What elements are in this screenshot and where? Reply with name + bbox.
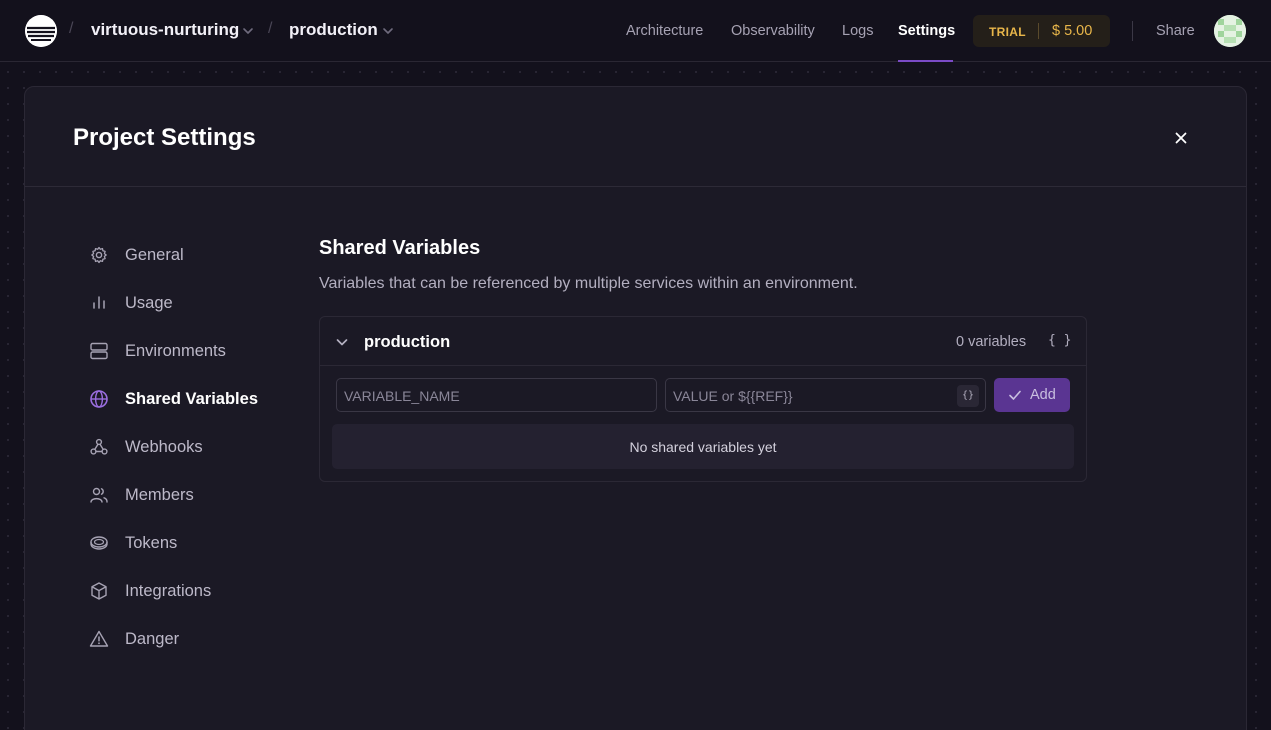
section-title: Shared Variables — [319, 237, 481, 259]
sidebar-item-label: Usage — [125, 294, 173, 312]
environment-variables-panel: production 0 variables { } VARIABLE_NAME… — [319, 316, 1087, 482]
trial-divider — [1038, 23, 1039, 39]
header-divider — [1132, 21, 1133, 41]
bar-chart-icon — [93, 296, 105, 309]
globe-icon — [90, 390, 108, 408]
empty-state-text: No shared variables yet — [629, 439, 777, 455]
environment-chevron-down-icon[interactable] — [381, 24, 395, 38]
nav-observability[interactable]: Observability — [731, 23, 815, 39]
close-icon[interactable] — [1171, 128, 1191, 148]
variable-value-placeholder: VALUE or ${{REF}} — [673, 388, 793, 404]
breadcrumb-separator: / — [268, 20, 273, 37]
sidebar-item-label: Integrations — [125, 582, 212, 600]
variable-count: 0 variables — [956, 334, 1027, 350]
panel-environment-name: production — [364, 333, 451, 351]
variable-name-input[interactable]: VARIABLE_NAME — [336, 378, 657, 412]
environment-name[interactable]: production — [289, 20, 378, 40]
modal-divider — [25, 186, 1246, 187]
trial-amount: $ 5.00 — [1052, 23, 1093, 39]
server-stack-icon — [90, 342, 108, 360]
webhook-icon — [90, 438, 108, 455]
sidebar-item-webhooks[interactable]: Webhooks — [89, 436, 289, 460]
chevron-down-icon[interactable] — [334, 334, 350, 350]
modal-title: Project Settings — [73, 124, 256, 151]
nav-settings[interactable]: Settings — [898, 23, 955, 39]
sidebar-item-danger[interactable]: Danger — [89, 628, 289, 652]
sidebar-item-label: Webhooks — [125, 438, 203, 456]
variable-value-input[interactable]: VALUE or ${{REF}} {} — [665, 378, 986, 412]
project-name[interactable]: virtuous-nurturing — [91, 20, 239, 40]
sidebar-item-members[interactable]: Members — [89, 484, 289, 508]
add-button-label: Add — [1030, 387, 1056, 403]
section-description: Variables that can be referenced by mult… — [319, 275, 858, 292]
sidebar-item-tokens[interactable]: Tokens — [89, 532, 289, 556]
breadcrumb-separator: / — [69, 20, 74, 37]
avatar[interactable] — [1214, 15, 1246, 47]
token-icon — [90, 536, 108, 550]
sidebar-item-label: Danger — [125, 630, 180, 648]
warning-icon — [89, 630, 109, 647]
sidebar-item-label: Tokens — [125, 534, 178, 552]
sidebar-item-label: Members — [125, 486, 194, 504]
nav-architecture[interactable]: Architecture — [626, 23, 703, 39]
sidebar-item-label: Environments — [125, 342, 226, 360]
nav-logs[interactable]: Logs — [842, 23, 873, 39]
gear-icon — [91, 246, 107, 264]
project-chevron-down-icon[interactable] — [241, 24, 255, 38]
sidebar-item-shared-variables[interactable]: Shared Variables — [89, 388, 289, 412]
share-button[interactable]: Share — [1156, 23, 1195, 39]
active-nav-indicator — [898, 60, 953, 62]
sidebar-item-environments[interactable]: Environments — [89, 340, 289, 364]
reference-braces-icon[interactable]: {} — [957, 385, 979, 407]
panel-header[interactable]: production 0 variables { } — [320, 317, 1086, 366]
trial-badge[interactable]: TRIAL $ 5.00 — [973, 15, 1110, 47]
check-icon — [1009, 390, 1021, 400]
sidebar-item-general[interactable]: General — [89, 244, 289, 268]
trial-label: TRIAL — [989, 25, 1026, 39]
top-bar: / virtuous-nurturing / production Archit… — [0, 0, 1271, 62]
railway-logo-icon[interactable] — [25, 15, 57, 47]
sidebar-item-usage[interactable]: Usage — [89, 292, 289, 316]
add-variable-button[interactable]: Add — [994, 378, 1070, 412]
sidebar-item-label: General — [125, 246, 184, 264]
raw-editor-braces-icon[interactable]: { } — [1048, 333, 1071, 348]
variable-name-placeholder: VARIABLE_NAME — [344, 388, 460, 404]
users-icon — [90, 487, 108, 503]
project-settings-modal: Project Settings General Usage Environme… — [24, 86, 1247, 730]
sidebar-item-label: Shared Variables — [125, 390, 258, 408]
empty-state: No shared variables yet — [332, 424, 1074, 469]
sidebar-item-integrations[interactable]: Integrations — [89, 580, 289, 604]
box-icon — [91, 582, 107, 600]
